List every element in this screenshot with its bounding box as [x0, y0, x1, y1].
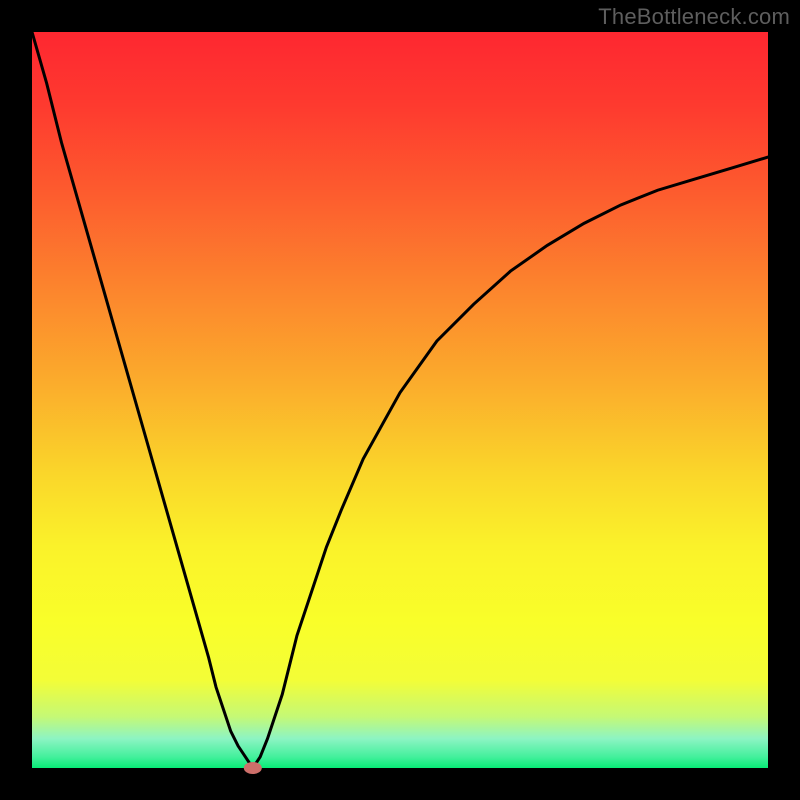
minimum-marker [244, 762, 262, 774]
bottleneck-chart [0, 0, 800, 800]
attribution-text: TheBottleneck.com [598, 4, 790, 30]
chart-container: TheBottleneck.com [0, 0, 800, 800]
plot-background [32, 32, 768, 768]
